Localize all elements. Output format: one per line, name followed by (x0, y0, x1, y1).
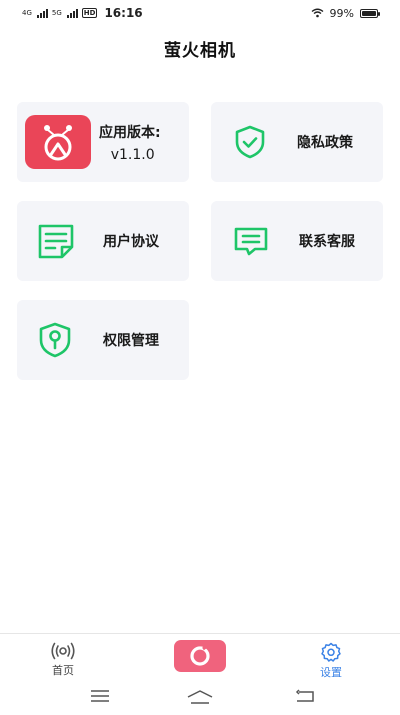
nav-home-label: 首页 (52, 664, 74, 677)
battery-icon (360, 8, 380, 18)
network-type-1: 4G (22, 8, 32, 17)
page-title: 萤火相机 (164, 41, 236, 61)
agreement-card[interactable]: 用户协议 (17, 201, 189, 281)
chat-message-icon (234, 227, 268, 256)
document-icon (38, 224, 74, 259)
status-time: 16:16 (104, 6, 143, 20)
signal-icon-2 (66, 8, 78, 18)
version-value: v1.1.0 (110, 146, 155, 163)
camera-button[interactable] (174, 640, 226, 672)
version-info: 应用版本: v1.1.0 (99, 122, 161, 163)
network-type-2: 5G (51, 8, 62, 17)
menu-icon[interactable] (90, 689, 110, 703)
shield-key-icon (39, 322, 71, 358)
radio-waves-icon (51, 642, 75, 660)
version-card[interactable]: 应用版本: v1.1.0 (17, 102, 189, 182)
permissions-label: 权限管理 (103, 333, 159, 349)
agreement-label: 用户协议 (103, 234, 159, 250)
contact-icon-wrap (233, 226, 269, 256)
battery-percent: 99% (329, 6, 354, 20)
firefly-logo-icon (44, 125, 72, 161)
wifi-icon (311, 8, 323, 18)
status-left: 4G 5G HD 16:16 (22, 6, 143, 20)
privacy-icon-wrap (233, 125, 267, 159)
nav-home[interactable]: 首页 (50, 642, 76, 678)
contact-card[interactable]: 联系客服 (211, 201, 383, 281)
gear-icon (321, 642, 341, 662)
signal-icon (36, 8, 48, 18)
version-label: 应用版本: (99, 124, 161, 141)
back-icon[interactable] (295, 689, 315, 703)
agreement-icon-wrap (37, 223, 75, 259)
camera-ring-icon (190, 645, 210, 666)
hd-badge: HD (81, 8, 98, 18)
shield-check-icon (235, 125, 265, 159)
status-right: 99% (311, 6, 380, 20)
status-bar: 4G 5G HD 16:16 99% (0, 0, 400, 26)
nav-settings-label: 设置 (320, 666, 342, 679)
permissions-icon-wrap (37, 322, 73, 358)
app-logo (25, 115, 91, 169)
home-icon[interactable] (186, 689, 214, 705)
nav-settings[interactable]: 设置 (320, 642, 342, 680)
system-nav-bar (0, 683, 400, 715)
contact-label: 联系客服 (299, 234, 355, 250)
permissions-card[interactable]: 权限管理 (17, 300, 189, 380)
privacy-card[interactable]: 隐私政策 (211, 102, 383, 182)
privacy-label: 隐私政策 (297, 135, 353, 151)
bottom-nav: 首页 设置 (0, 633, 400, 683)
